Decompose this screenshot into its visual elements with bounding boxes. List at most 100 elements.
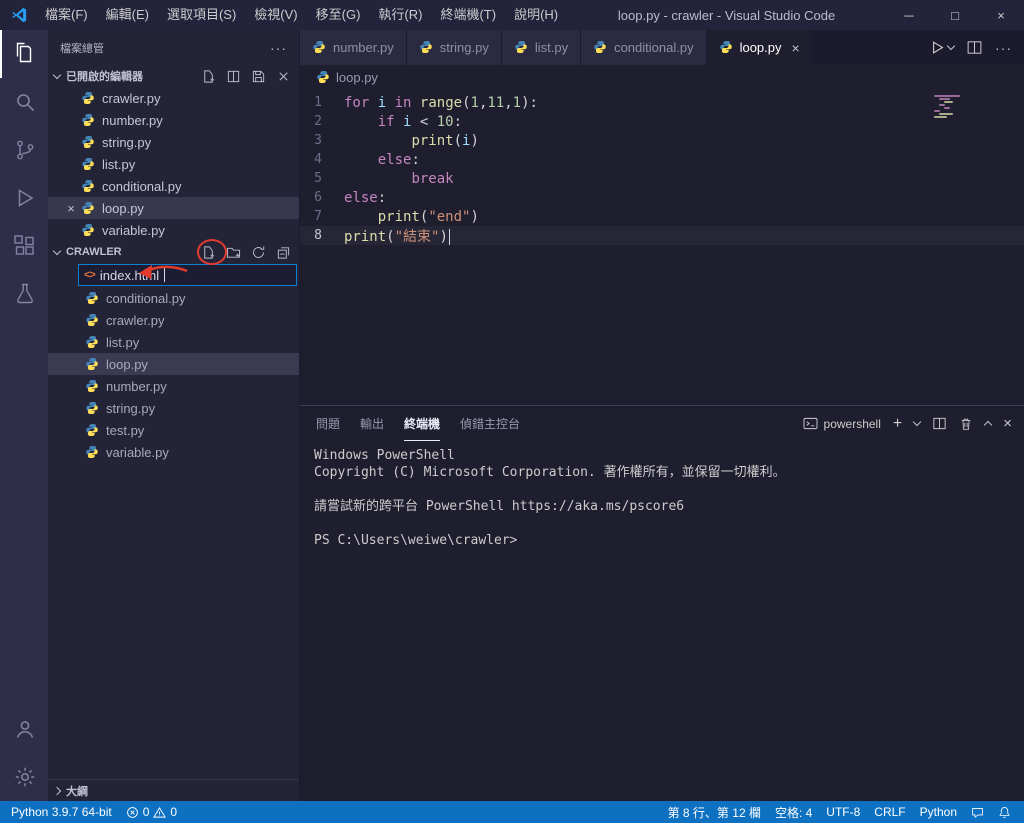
file-item[interactable]: number.py <box>48 375 299 397</box>
open-editor-item[interactable]: × loop.py <box>48 197 299 219</box>
toggle-layout-icon[interactable] <box>225 68 241 84</box>
maximize-panel-icon[interactable] <box>983 420 993 430</box>
explorer-icon[interactable] <box>0 30 48 78</box>
outline-section-header[interactable]: 大綱 <box>48 779 299 801</box>
maximize-button[interactable]: □ <box>932 0 978 30</box>
open-editor-item[interactable]: crawler.py <box>48 87 299 109</box>
testing-icon[interactable] <box>0 270 48 318</box>
close-panel-icon[interactable]: × <box>1003 415 1012 432</box>
file-item[interactable]: loop.py <box>48 353 299 375</box>
split-terminal-icon[interactable] <box>932 416 947 431</box>
breadcrumb[interactable]: loop.py <box>300 65 1024 89</box>
code-line[interactable]: 8 print("結束") <box>300 226 1024 245</box>
save-all-icon[interactable] <box>250 68 266 84</box>
more-actions-icon[interactable]: ··· <box>270 40 287 56</box>
file-item[interactable]: test.py <box>48 419 299 441</box>
tab-number-py[interactable]: number.py <box>300 30 407 65</box>
new-terminal-icon[interactable]: + <box>893 415 902 432</box>
project-file-list: conditional.py crawler.py list.py loop.py nu… <box>48 287 299 463</box>
eol-sequence[interactable]: CRLF <box>867 801 912 823</box>
new-file-icon[interactable] <box>200 244 216 260</box>
close-icon[interactable]: × <box>62 201 80 216</box>
refresh-icon[interactable] <box>250 244 266 260</box>
open-editors-section-header[interactable]: 已開啟的編輯器 <box>48 65 299 87</box>
tab-terminal[interactable]: 終端機 <box>404 406 441 441</box>
code-line[interactable]: 5 break <box>300 169 1024 188</box>
settings-gear-icon[interactable] <box>0 753 48 801</box>
menu-item[interactable]: 選取項目(S) <box>158 0 245 30</box>
problems-indicator[interactable]: 0 0 <box>119 801 184 823</box>
minimize-button[interactable]: ─ <box>886 0 932 30</box>
new-folder-icon[interactable] <box>225 244 241 260</box>
chevron-down-icon[interactable] <box>912 417 922 427</box>
python-file-icon <box>84 290 100 306</box>
open-editors-list: crawler.py number.py string.py list.py condi… <box>48 87 299 241</box>
shell-selector[interactable]: powershell <box>803 417 881 431</box>
feedback-icon[interactable] <box>964 801 991 823</box>
tab-output[interactable]: 輸出 <box>360 406 384 441</box>
file-item[interactable]: conditional.py <box>48 287 299 309</box>
language-mode[interactable]: Python <box>913 801 964 823</box>
project-section-header[interactable]: CRAWLER <box>48 241 299 263</box>
code-editor[interactable]: 1 for i in range(1,11,1): 2 if i < 10: 3 pr… <box>300 89 1024 405</box>
terminal-output[interactable]: Windows PowerShell Copyright (C) Microsof… <box>300 441 1024 801</box>
status-right: 第 8 行、第 12 欄 空格: 4 UTF-8 CRLF Python <box>661 801 1024 823</box>
open-editor-item[interactable]: conditional.py <box>48 175 299 197</box>
new-file-input[interactable]: <> index.html <box>78 264 297 286</box>
code-line[interactable]: 7 print("end") <box>300 207 1024 226</box>
menu-item[interactable]: 說明(H) <box>505 0 567 30</box>
code-text: print(i) <box>411 132 479 149</box>
file-item[interactable]: crawler.py <box>48 309 299 331</box>
file-item[interactable]: string.py <box>48 397 299 419</box>
run-python-file-button[interactable] <box>929 39 956 56</box>
notifications-bell-icon[interactable] <box>991 801 1018 823</box>
menu-item[interactable]: 移至(G) <box>307 0 370 30</box>
open-editor-item[interactable]: number.py <box>48 109 299 131</box>
cursor-position[interactable]: 第 8 行、第 12 欄 <box>661 801 768 823</box>
minimap-line <box>938 98 951 100</box>
code-line[interactable]: 6 else: <box>300 188 1024 207</box>
split-editor-icon[interactable] <box>966 39 983 56</box>
python-file-icon <box>593 40 608 55</box>
tab-list-py[interactable]: list.py <box>501 30 582 65</box>
code-line[interactable]: 4 else: <box>300 150 1024 169</box>
file-item[interactable]: variable.py <box>48 441 299 463</box>
close-window-button[interactable]: × <box>978 0 1024 30</box>
tab-loop-py[interactable]: loop.py × <box>706 30 813 65</box>
close-icon[interactable]: × <box>792 40 800 56</box>
tab-problems[interactable]: 問題 <box>316 406 340 441</box>
minimap[interactable] <box>934 95 1006 118</box>
new-untitled-file-icon[interactable] <box>200 68 216 84</box>
new-file-row[interactable]: <> index.html <box>48 263 299 287</box>
menu-item[interactable]: 檔案(F) <box>36 0 97 30</box>
more-actions-icon[interactable]: ··· <box>995 40 1012 56</box>
close-all-editors-icon[interactable] <box>275 68 291 84</box>
open-editor-item[interactable]: variable.py <box>48 219 299 241</box>
menu-item[interactable]: 執行(R) <box>369 0 431 30</box>
code-line[interactable]: 1 for i in range(1,11,1): <box>300 93 1024 112</box>
tab-debug-console[interactable]: 偵錯主控台 <box>460 406 520 441</box>
python-interpreter[interactable]: Python 3.9.7 64-bit <box>4 801 119 823</box>
indentation[interactable]: 空格: 4 <box>768 801 819 823</box>
menu-item[interactable]: 檢視(V) <box>245 0 306 30</box>
file-name: loop.py <box>102 200 144 216</box>
code-line[interactable]: 2 if i < 10: <box>300 112 1024 131</box>
file-item[interactable]: list.py <box>48 331 299 353</box>
collapse-all-icon[interactable] <box>275 244 291 260</box>
open-editor-item[interactable]: list.py <box>48 153 299 175</box>
menu-item[interactable]: 終端機(T) <box>431 0 505 30</box>
python-file-icon <box>80 90 96 106</box>
encoding[interactable]: UTF-8 <box>819 801 867 823</box>
sidebar-header: 檔案總管 ··· <box>48 30 299 65</box>
search-icon[interactable] <box>0 78 48 126</box>
code-line[interactable]: 3 print(i) <box>300 131 1024 150</box>
tab-conditional-py[interactable]: conditional.py <box>581 30 707 65</box>
extensions-icon[interactable] <box>0 222 48 270</box>
menu-item[interactable]: 編輯(E) <box>97 0 158 30</box>
account-icon[interactable] <box>0 705 48 753</box>
run-debug-icon[interactable] <box>0 174 48 222</box>
open-editor-item[interactable]: string.py <box>48 131 299 153</box>
source-control-icon[interactable] <box>0 126 48 174</box>
kill-terminal-trash-icon[interactable] <box>959 417 973 431</box>
tab-string-py[interactable]: string.py <box>406 30 502 65</box>
